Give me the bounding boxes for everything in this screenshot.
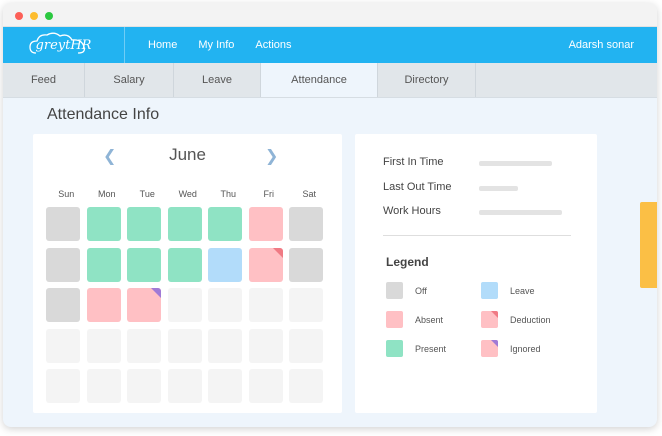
calendar-day-empty: [127, 369, 161, 403]
weekday-mon: Mon: [97, 189, 116, 199]
legend-label-present: Present: [415, 343, 447, 354]
weekday-thu: Thu: [220, 189, 236, 199]
calendar-day-empty: [208, 288, 242, 322]
deduction-marker-icon: [272, 247, 283, 258]
first-in-label: First In Time: [383, 156, 444, 168]
legend-swatch-deduction: [481, 311, 498, 328]
divider: [383, 235, 571, 236]
calendar-day-off[interactable]: [289, 247, 323, 282]
weekday-sun: Sun: [58, 189, 75, 199]
ignored-marker-icon: [151, 288, 161, 298]
user-name[interactable]: Adarsh sonar: [569, 39, 634, 51]
work-hours-label: Work Hours: [383, 205, 441, 217]
calendar-day-empty: [208, 369, 242, 403]
maximize-window-button[interactable]: [45, 12, 53, 20]
calendar-day-present[interactable]: [127, 247, 161, 282]
legend-item-leave: Leave: [481, 282, 535, 299]
nav-home[interactable]: Home: [148, 39, 177, 51]
greythr-logo[interactable]: greytHR: [3, 27, 125, 63]
side-handle[interactable]: [640, 202, 657, 288]
legend-swatch-ignored: [481, 340, 498, 357]
calendar-day-off[interactable]: [46, 207, 80, 241]
legend-label-leave: Leave: [510, 285, 535, 296]
weekday-header: Sun Mon Tue Wed Thu Fri Sat: [46, 189, 330, 199]
minimize-window-button[interactable]: [30, 12, 38, 20]
calendar-day-empty: [248, 328, 283, 363]
calendar-day-empty: [127, 328, 161, 363]
calendar-day-empty: [208, 328, 242, 363]
weekday-fri: Fri: [263, 189, 275, 199]
ignored-marker-icon: [491, 340, 498, 347]
legend-swatch-leave: [481, 282, 498, 299]
calendar-day-absent[interactable]: [248, 207, 283, 241]
close-window-button[interactable]: [15, 12, 23, 20]
attendance-info-card: First In Time Last Out Time Work Hours L…: [355, 134, 597, 413]
calendar-day-empty: [86, 328, 121, 363]
legend-swatch-off: [386, 282, 403, 299]
cloud-icon: [28, 32, 85, 54]
calendar-day-empty: [167, 369, 202, 403]
calendar-day-present[interactable]: [167, 207, 202, 241]
nav-my-info[interactable]: My Info: [198, 39, 234, 51]
top-navigation: greytHR Home My Info Actions Adarsh sona…: [3, 27, 657, 63]
calendar-day-deduction[interactable]: [248, 247, 283, 282]
weekday-tue: Tue: [139, 189, 155, 199]
calendar-day-leave[interactable]: [208, 247, 242, 282]
legend-label-ignored: Ignored: [510, 343, 541, 354]
tab-salary[interactable]: Salary: [85, 63, 174, 97]
calendar-card: ❮ June ❯ Sun Mon Tue Wed Thu Fri Sat: [33, 134, 342, 413]
chevron-right-icon[interactable]: ❯: [265, 146, 278, 166]
last-out-value-placeholder: [479, 186, 518, 191]
calendar-day-present[interactable]: [127, 207, 161, 241]
calendar-day-empty: [248, 369, 283, 403]
legend-item-ignored: Ignored: [481, 340, 541, 357]
tab-attendance[interactable]: Attendance: [261, 63, 378, 97]
tab-feed[interactable]: Feed: [3, 63, 85, 97]
deduction-marker-icon: [491, 311, 498, 318]
calendar-day-empty: [248, 288, 283, 322]
calendar-day-empty: [46, 369, 80, 403]
calendar-day-off[interactable]: [289, 207, 323, 241]
calendar-day-off[interactable]: [46, 288, 80, 322]
calendar-day-empty: [289, 369, 323, 403]
calendar-month: June: [169, 145, 206, 164]
legend-label-off: Off: [415, 285, 427, 296]
legend-item-off: Off: [386, 282, 427, 299]
calendar-day-empty: [167, 288, 202, 322]
calendar-day-present[interactable]: [167, 247, 202, 282]
page-title: Attendance Info: [47, 106, 160, 123]
sub-tabs: Feed Salary Leave Attendance Directory: [3, 63, 657, 98]
legend-item-deduction: Deduction: [481, 311, 551, 328]
window-titlebar: [3, 3, 657, 27]
calendar-day-empty: [46, 328, 80, 363]
tab-leave[interactable]: Leave: [174, 63, 261, 97]
calendar-day-empty: [167, 328, 202, 363]
weekday-sat: Sat: [302, 189, 316, 199]
calendar-header: ❮ June ❯: [33, 144, 342, 168]
calendar-day-present[interactable]: [86, 207, 121, 241]
calendar-day-present[interactable]: [86, 247, 121, 282]
last-out-label: Last Out Time: [383, 181, 452, 193]
legend-swatch-present: [386, 340, 403, 357]
calendar-day-off[interactable]: [46, 247, 80, 282]
legend-label-absent: Absent: [415, 314, 444, 325]
first-in-value-placeholder: [479, 161, 552, 166]
legend-swatch-absent: [386, 311, 403, 328]
calendar-day-empty: [86, 369, 121, 403]
calendar-day-empty: [289, 328, 323, 363]
calendar-day-empty: [289, 288, 323, 322]
calendar-day-present[interactable]: [208, 207, 242, 241]
nav-actions[interactable]: Actions: [255, 39, 291, 51]
legend-item-present: Present: [386, 340, 446, 357]
calendar-day-ignored[interactable]: [127, 288, 161, 322]
tab-directory[interactable]: Directory: [378, 63, 476, 97]
work-hours-value-placeholder: [479, 210, 562, 215]
legend-label-deduction: Deduction: [510, 314, 551, 325]
legend-title: Legend: [386, 255, 429, 269]
calendar-day-absent[interactable]: [86, 288, 121, 322]
weekday-wed: Wed: [178, 189, 197, 199]
legend-item-absent: Absent: [386, 311, 443, 328]
